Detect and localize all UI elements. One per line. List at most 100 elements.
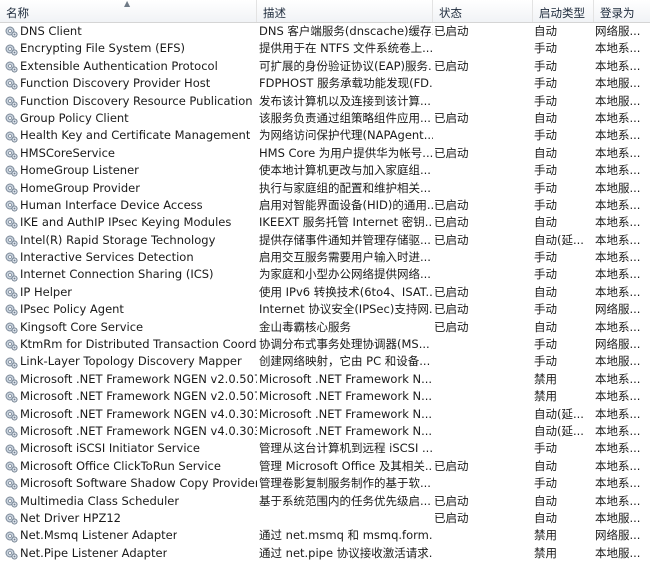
service-log-on-as: 本地系... bbox=[595, 476, 641, 491]
service-name-cell: Microsoft Software Shadow Copy Provider bbox=[0, 475, 257, 492]
table-row[interactable]: Microsoft iSCSI Initiator Service 管理从这台计算… bbox=[0, 440, 650, 457]
service-description: Microsoft .NET Framework N... bbox=[259, 389, 433, 404]
service-gear-icon bbox=[5, 77, 18, 90]
table-row[interactable]: IP Helper 使用 IPv6 转换技术(6to4、ISAT... 已启动 自动 本… bbox=[0, 284, 650, 301]
service-gear-icon bbox=[5, 269, 18, 282]
service-startup-type: 自动 bbox=[534, 458, 557, 473]
table-row[interactable]: Interactive Services Detection 启用交互服务需要用户… bbox=[0, 249, 650, 266]
service-log-on-as: 本地系... bbox=[595, 284, 641, 299]
service-description: IKEEXT 服务托管 Internet 密钥... bbox=[259, 215, 433, 230]
table-row[interactable]: Encrypting File System (EFS) 提供用于在 NTFS 文… bbox=[0, 40, 650, 57]
table-row[interactable]: Microsoft .NET Framework NGEN v2.0.507..… bbox=[0, 371, 650, 388]
table-row[interactable]: DNS Client DNS 客户端服务(dnscache)缓存... 已启动 自动 网… bbox=[0, 23, 650, 40]
service-gear-icon bbox=[5, 373, 18, 386]
service-log-on-as: 本地服... bbox=[595, 354, 641, 369]
table-row[interactable]: KtmRm for Distributed Transaction Coordi… bbox=[0, 336, 650, 353]
table-row[interactable]: IKE and AuthIP IPsec Keying Modules IKEEX… bbox=[0, 214, 650, 231]
service-status bbox=[433, 475, 533, 492]
service-gear-icon bbox=[5, 356, 18, 369]
service-name: Intel(R) Rapid Storage Technology bbox=[20, 232, 216, 247]
service-name-cell: HomeGroup Provider bbox=[0, 180, 257, 197]
service-startup-type: 自动 bbox=[534, 319, 557, 334]
table-row[interactable]: Kingsoft Core Service 金山毒霸核心服务 已启动 自动 本地系... bbox=[0, 319, 650, 336]
service-gear-icon bbox=[5, 460, 18, 473]
table-row[interactable]: Group Policy Client 该服务负责通过组策略组件应用... 已启动 自… bbox=[0, 110, 650, 127]
column-header-description[interactable]: 描述 bbox=[257, 0, 433, 22]
column-header-startup-type[interactable]: 启动类型 bbox=[533, 0, 594, 22]
service-name: Link-Layer Topology Discovery Mapper bbox=[20, 354, 242, 369]
service-startup-type: 自动 bbox=[534, 510, 557, 525]
service-name-cell: Microsoft .NET Framework NGEN v2.0.507..… bbox=[0, 371, 257, 388]
table-row[interactable]: IPsec Policy Agent Internet 协议安全(IPSec)支持… bbox=[0, 301, 650, 318]
service-status bbox=[433, 406, 533, 423]
table-row[interactable]: Microsoft .NET Framework NGEN v4.0.303..… bbox=[0, 406, 650, 423]
table-row[interactable]: Net Driver HPZ12 已启动 自动 本地服... bbox=[0, 510, 650, 527]
column-header-row: ▲ 名称 描述 状态 启动类型 登录为 bbox=[0, 0, 650, 23]
service-startup-type: 手动 bbox=[534, 441, 557, 456]
service-log-on-as: 本地系... bbox=[595, 371, 641, 386]
table-row[interactable]: HMSCoreService HMS Core 为用户提供华为帐号... 已启动 自动… bbox=[0, 145, 650, 162]
service-name: IKE and AuthIP IPsec Keying Modules bbox=[20, 215, 232, 230]
table-row[interactable]: Function Discovery Provider Host FDPHOST … bbox=[0, 75, 650, 92]
service-gear-icon bbox=[5, 338, 18, 351]
table-row[interactable]: HomeGroup Listener 使本地计算机更改与加入家庭组... 手动 本地系… bbox=[0, 162, 650, 179]
service-name-cell: Link-Layer Topology Discovery Mapper bbox=[0, 353, 257, 370]
service-status bbox=[433, 249, 533, 266]
service-log-on-as: 本地服... bbox=[595, 510, 641, 525]
table-row[interactable]: Human Interface Device Access 启用对智能界面设备(H… bbox=[0, 197, 650, 214]
service-name: KtmRm for Distributed Transaction Coordi… bbox=[20, 337, 257, 352]
service-name: Microsoft .NET Framework NGEN v2.0.507..… bbox=[20, 389, 257, 404]
service-name-cell: Microsoft .NET Framework NGEN v2.0.507..… bbox=[0, 388, 257, 405]
table-row[interactable]: HomeGroup Provider 执行与家庭组的配置和维护相关... 手动 本地服… bbox=[0, 180, 650, 197]
service-name-cell: IPsec Policy Agent bbox=[0, 301, 257, 318]
service-description: 执行与家庭组的配置和维护相关... bbox=[259, 180, 431, 195]
service-name-cell: Function Discovery Provider Host bbox=[0, 75, 257, 92]
service-name: Microsoft .NET Framework NGEN v4.0.303..… bbox=[20, 406, 257, 421]
service-name-cell: HomeGroup Listener bbox=[0, 162, 257, 179]
service-gear-icon bbox=[5, 321, 18, 334]
service-status bbox=[433, 266, 533, 283]
service-name-cell: Kingsoft Core Service bbox=[0, 319, 257, 336]
service-startup-type: 手动 bbox=[534, 197, 557, 212]
column-header-status[interactable]: 状态 bbox=[433, 0, 533, 22]
service-gear-icon bbox=[5, 112, 18, 125]
service-name-cell: Microsoft iSCSI Initiator Service bbox=[0, 440, 257, 457]
table-row[interactable]: Internet Connection Sharing (ICS) 为家庭和小型办… bbox=[0, 266, 650, 283]
table-row[interactable]: Multimedia Class Scheduler 基于系统范围内的任务优先级启… bbox=[0, 493, 650, 510]
service-startup-type: 禁用 bbox=[534, 545, 557, 560]
service-name-cell: Encrypting File System (EFS) bbox=[0, 40, 257, 57]
service-name-cell: IKE and AuthIP IPsec Keying Modules bbox=[0, 214, 257, 231]
service-name-cell: KtmRm for Distributed Transaction Coordi… bbox=[0, 336, 257, 353]
service-status: 已启动 bbox=[434, 458, 469, 473]
table-row[interactable]: Net.Msmq Listener Adapter 通过 net.msmq 和 m… bbox=[0, 527, 650, 544]
service-startup-type: 手动 bbox=[534, 93, 557, 108]
service-description: Microsoft .NET Framework N... bbox=[259, 371, 433, 386]
service-name: Kingsoft Core Service bbox=[20, 319, 144, 334]
service-name: Microsoft Office ClickToRun Service bbox=[20, 458, 221, 473]
column-header-name[interactable]: ▲ 名称 bbox=[0, 0, 257, 22]
table-row[interactable]: Net.Pipe Listener Adapter 通过 net.pipe 协议接… bbox=[0, 545, 650, 562]
service-description: 启用交互服务需要用户输入时进... bbox=[259, 250, 431, 265]
service-name: IP Helper bbox=[20, 284, 73, 299]
column-header-log-on-as[interactable]: 登录为 bbox=[594, 0, 650, 22]
service-status: 已启动 bbox=[434, 24, 469, 38]
service-description: Microsoft .NET Framework N... bbox=[259, 406, 433, 421]
service-log-on-as: 本地服... bbox=[595, 545, 641, 560]
table-row[interactable]: Intel(R) Rapid Storage Technology 提供存储事件通… bbox=[0, 232, 650, 249]
table-row[interactable]: Health Key and Certificate Management 为网络… bbox=[0, 127, 650, 144]
service-name: Encrypting File System (EFS) bbox=[20, 41, 186, 56]
table-row[interactable]: Microsoft .NET Framework NGEN v2.0.507..… bbox=[0, 388, 650, 405]
table-row[interactable]: Microsoft Office ClickToRun Service 管理 Mi… bbox=[0, 458, 650, 475]
table-row[interactable]: Microsoft .NET Framework NGEN v4.0.303..… bbox=[0, 423, 650, 440]
table-row[interactable]: Link-Layer Topology Discovery Mapper 创建网络… bbox=[0, 353, 650, 370]
service-log-on-as: 本地服... bbox=[595, 76, 641, 91]
table-row[interactable]: Function Discovery Resource Publication 发… bbox=[0, 93, 650, 110]
table-row[interactable]: Extensible Authentication Protocol 可扩展的身份… bbox=[0, 58, 650, 75]
service-log-on-as: 本地系... bbox=[595, 389, 641, 404]
service-log-on-as: 本地系... bbox=[595, 406, 641, 421]
table-row[interactable]: Microsoft Software Shadow Copy Provider 管… bbox=[0, 475, 650, 492]
service-name-cell: Extensible Authentication Protocol bbox=[0, 58, 257, 75]
service-startup-type: 手动 bbox=[534, 354, 557, 369]
service-name: HomeGroup Listener bbox=[20, 163, 139, 178]
service-log-on-as: 本地系... bbox=[595, 423, 641, 438]
